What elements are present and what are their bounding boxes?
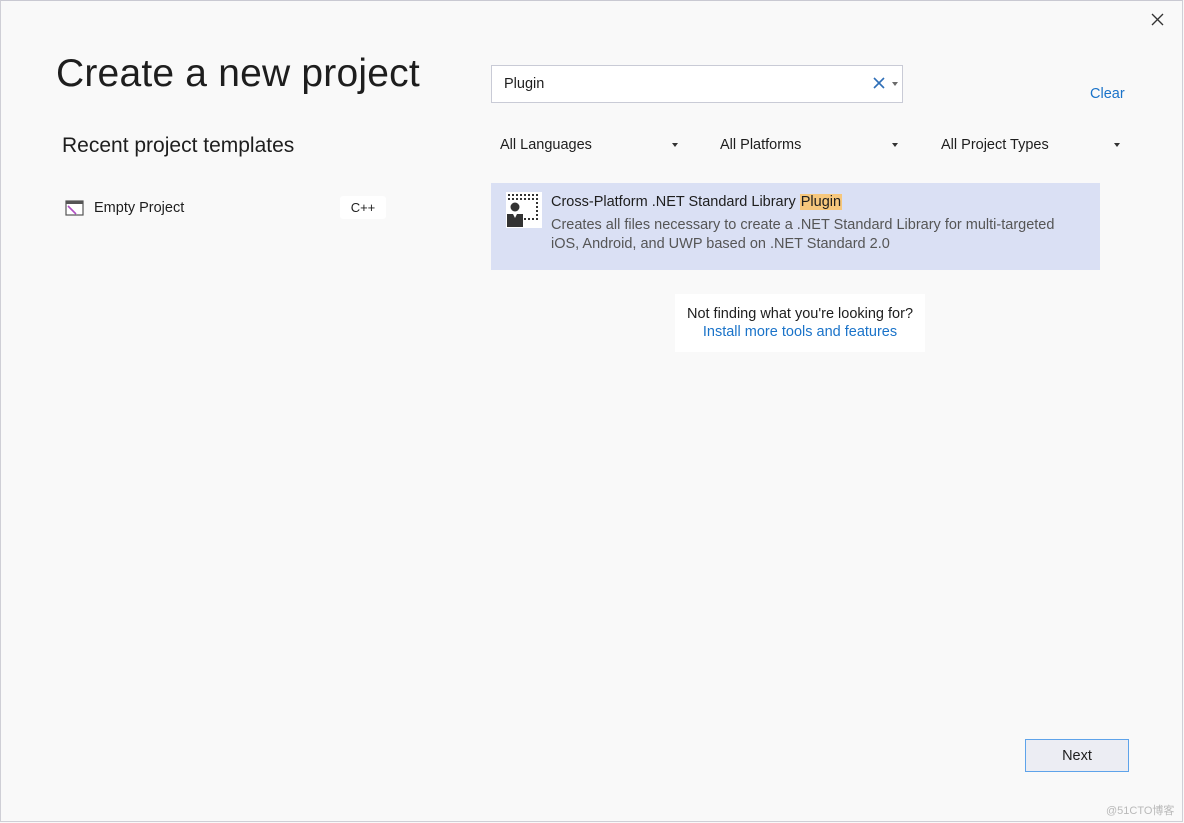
language-filter-dropdown[interactable]: All Languages [500,134,680,156]
page-title: Create a new project [56,52,420,95]
dialog-frame [0,0,1183,822]
language-tag: C++ [340,196,386,219]
install-more-tools-link[interactable]: Install more tools and features [675,324,925,340]
project-type-filter-dropdown[interactable]: All Project Types [941,134,1121,156]
clear-x-icon[interactable] [872,76,886,90]
not-finding-question: Not finding what you're looking for? [686,306,914,322]
template-name: Cross-Platform .NET Standard Library Plu… [551,194,843,210]
chevron-down-icon [1114,143,1120,147]
chevron-down-icon [892,143,898,147]
close-button[interactable] [1148,10,1168,30]
chevron-down-icon[interactable] [892,82,898,86]
close-icon [1151,13,1164,26]
recent-template-label: Empty Project [94,200,185,216]
search-input[interactable] [504,74,854,94]
platform-filter-label: All Platforms [720,137,802,153]
platform-filter-dropdown[interactable]: All Platforms [720,134,900,156]
chevron-down-icon [672,143,678,147]
plugin-template-icon [506,192,542,228]
template-search-box[interactable] [491,65,903,103]
recent-templates-heading: Recent project templates [62,134,295,157]
next-button[interactable]: Next [1025,739,1129,772]
clear-filters-link[interactable]: Clear [1090,86,1125,102]
language-filter-label: All Languages [500,137,592,153]
project-type-filter-label: All Project Types [941,137,1049,153]
template-name-prefix: Cross-Platform .NET Standard Library [551,194,800,210]
watermark: @51CTO博客 [1106,805,1175,817]
not-finding-panel: Not finding what you're looking for? Ins… [675,294,925,352]
search-match-highlight: Plugin [799,194,843,210]
empty-project-icon [65,200,84,216]
template-description: Creates all files necessary to create a … [551,217,1055,252]
template-result-item[interactable]: Cross-Platform .NET Standard Library Plu… [491,183,1100,270]
